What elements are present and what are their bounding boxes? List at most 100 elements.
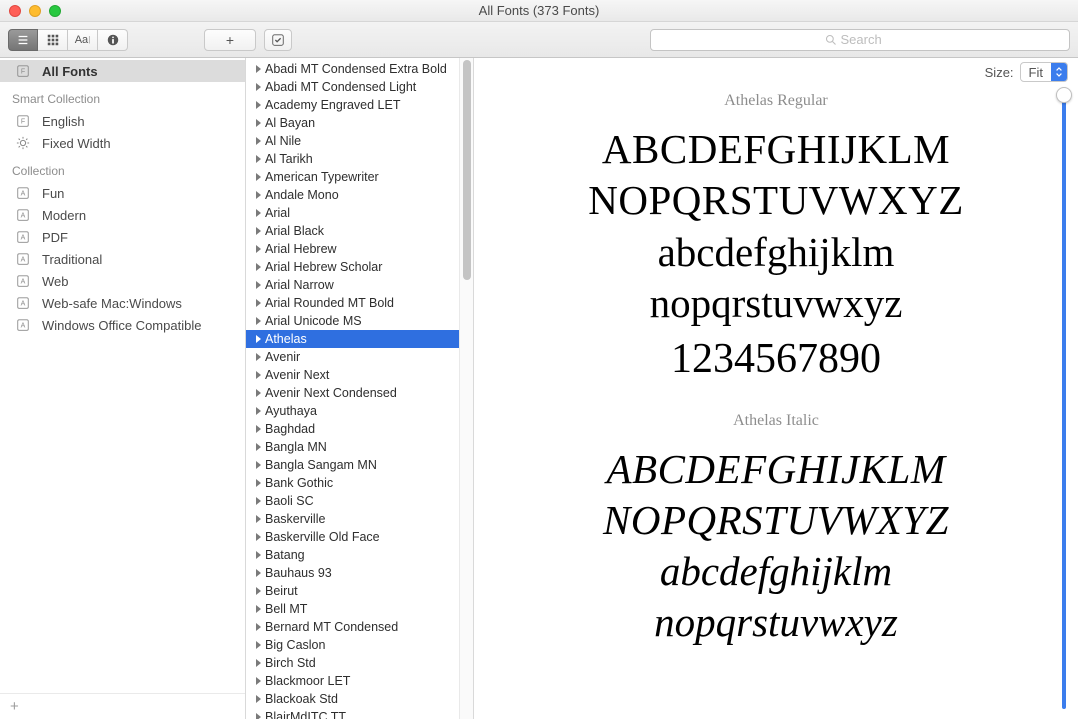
- disclosure-triangle-icon[interactable]: [256, 173, 261, 181]
- disclosure-triangle-icon[interactable]: [256, 137, 261, 145]
- disclosure-triangle-icon[interactable]: [256, 263, 261, 271]
- view-sample-button[interactable]: [8, 29, 38, 51]
- font-row[interactable]: Arial Black: [246, 222, 459, 240]
- sidebar-item-collection[interactable]: AModern: [0, 204, 245, 226]
- disclosure-triangle-icon[interactable]: [256, 281, 261, 289]
- font-row[interactable]: Ayuthaya: [246, 402, 459, 420]
- validate-font-button[interactable]: [264, 29, 292, 51]
- add-font-button[interactable]: +: [204, 29, 256, 51]
- font-row[interactable]: Avenir Next: [246, 366, 459, 384]
- disclosure-triangle-icon[interactable]: [256, 119, 261, 127]
- font-row[interactable]: American Typewriter: [246, 168, 459, 186]
- font-row[interactable]: Bauhaus 93: [246, 564, 459, 582]
- size-slider-handle[interactable]: [1056, 87, 1072, 103]
- disclosure-triangle-icon[interactable]: [256, 443, 261, 451]
- disclosure-triangle-icon[interactable]: [256, 317, 261, 325]
- scrollbar-thumb[interactable]: [463, 60, 471, 280]
- sidebar-item-smart[interactable]: FEnglish: [0, 110, 245, 132]
- font-row[interactable]: Bell MT: [246, 600, 459, 618]
- minimize-window-button[interactable]: [29, 5, 41, 17]
- view-grid-button[interactable]: [38, 29, 68, 51]
- disclosure-triangle-icon[interactable]: [256, 245, 261, 253]
- font-row[interactable]: Bangla MN: [246, 438, 459, 456]
- disclosure-triangle-icon[interactable]: [256, 209, 261, 217]
- font-row[interactable]: Birch Std: [246, 654, 459, 672]
- font-row[interactable]: Beirut: [246, 582, 459, 600]
- disclosure-triangle-icon[interactable]: [256, 83, 261, 91]
- font-row[interactable]: Arial: [246, 204, 459, 222]
- disclosure-triangle-icon[interactable]: [256, 371, 261, 379]
- sidebar-item-collection[interactable]: APDF: [0, 226, 245, 248]
- add-collection-button[interactable]: +: [0, 693, 245, 719]
- font-row[interactable]: Arial Hebrew Scholar: [246, 258, 459, 276]
- disclosure-triangle-icon[interactable]: [256, 353, 261, 361]
- font-row[interactable]: Bernard MT Condensed: [246, 618, 459, 636]
- disclosure-triangle-icon[interactable]: [256, 569, 261, 577]
- disclosure-triangle-icon[interactable]: [256, 677, 261, 685]
- scrollbar-track[interactable]: [459, 58, 473, 719]
- disclosure-triangle-icon[interactable]: [256, 587, 261, 595]
- disclosure-triangle-icon[interactable]: [256, 713, 261, 719]
- sidebar-item-all-fonts[interactable]: F All Fonts: [0, 60, 245, 82]
- disclosure-triangle-icon[interactable]: [256, 101, 261, 109]
- font-row[interactable]: Baskerville: [246, 510, 459, 528]
- font-row[interactable]: Bangla Sangam MN: [246, 456, 459, 474]
- font-row[interactable]: Baoli SC: [246, 492, 459, 510]
- disclosure-triangle-icon[interactable]: [256, 425, 261, 433]
- disclosure-triangle-icon[interactable]: [256, 659, 261, 667]
- sidebar-item-collection[interactable]: ATraditional: [0, 248, 245, 270]
- disclosure-triangle-icon[interactable]: [256, 227, 261, 235]
- disclosure-triangle-icon[interactable]: [256, 389, 261, 397]
- disclosure-triangle-icon[interactable]: [256, 641, 261, 649]
- fullscreen-window-button[interactable]: [49, 5, 61, 17]
- sidebar-item-collection[interactable]: AWeb-safe Mac:Windows: [0, 292, 245, 314]
- disclosure-triangle-icon[interactable]: [256, 191, 261, 199]
- font-row[interactable]: Al Tarikh: [246, 150, 459, 168]
- font-row[interactable]: Avenir: [246, 348, 459, 366]
- size-slider[interactable]: [1062, 90, 1066, 709]
- font-row[interactable]: BlairMdITC TT: [246, 708, 459, 719]
- size-select[interactable]: Fit: [1020, 62, 1068, 82]
- disclosure-triangle-icon[interactable]: [256, 65, 261, 73]
- disclosure-triangle-icon[interactable]: [256, 695, 261, 703]
- font-row[interactable]: Arial Rounded MT Bold: [246, 294, 459, 312]
- view-repertoire-button[interactable]: Aa|: [68, 29, 98, 51]
- disclosure-triangle-icon[interactable]: [256, 623, 261, 631]
- sidebar-item-collection[interactable]: AWeb: [0, 270, 245, 292]
- disclosure-triangle-icon[interactable]: [256, 605, 261, 613]
- sidebar-item-smart[interactable]: Fixed Width: [0, 132, 245, 154]
- font-row[interactable]: Al Bayan: [246, 114, 459, 132]
- font-row[interactable]: Avenir Next Condensed: [246, 384, 459, 402]
- close-window-button[interactable]: [9, 5, 21, 17]
- sidebar-item-collection[interactable]: AFun: [0, 182, 245, 204]
- font-row[interactable]: Bank Gothic: [246, 474, 459, 492]
- font-row[interactable]: Blackmoor LET: [246, 672, 459, 690]
- search-field[interactable]: [650, 29, 1070, 51]
- disclosure-triangle-icon[interactable]: [256, 497, 261, 505]
- disclosure-triangle-icon[interactable]: [256, 533, 261, 541]
- font-row[interactable]: Abadi MT Condensed Extra Bold: [246, 60, 459, 78]
- font-row[interactable]: Baskerville Old Face: [246, 528, 459, 546]
- font-row[interactable]: Baghdad: [246, 420, 459, 438]
- search-input[interactable]: [841, 32, 896, 47]
- font-row[interactable]: Andale Mono: [246, 186, 459, 204]
- disclosure-triangle-icon[interactable]: [256, 335, 261, 343]
- disclosure-triangle-icon[interactable]: [256, 515, 261, 523]
- font-row[interactable]: Big Caslon: [246, 636, 459, 654]
- info-button[interactable]: [98, 29, 128, 51]
- font-row[interactable]: Batang: [246, 546, 459, 564]
- font-row[interactable]: Arial Hebrew: [246, 240, 459, 258]
- disclosure-triangle-icon[interactable]: [256, 551, 261, 559]
- font-row[interactable]: Arial Narrow: [246, 276, 459, 294]
- font-row[interactable]: Athelas: [246, 330, 459, 348]
- font-row[interactable]: Blackoak Std: [246, 690, 459, 708]
- disclosure-triangle-icon[interactable]: [256, 155, 261, 163]
- disclosure-triangle-icon[interactable]: [256, 479, 261, 487]
- sidebar-item-collection[interactable]: AWindows Office Compatible: [0, 314, 245, 336]
- disclosure-triangle-icon[interactable]: [256, 299, 261, 307]
- disclosure-triangle-icon[interactable]: [256, 407, 261, 415]
- font-row[interactable]: Abadi MT Condensed Light: [246, 78, 459, 96]
- disclosure-triangle-icon[interactable]: [256, 461, 261, 469]
- font-row[interactable]: Academy Engraved LET: [246, 96, 459, 114]
- font-row[interactable]: Al Nile: [246, 132, 459, 150]
